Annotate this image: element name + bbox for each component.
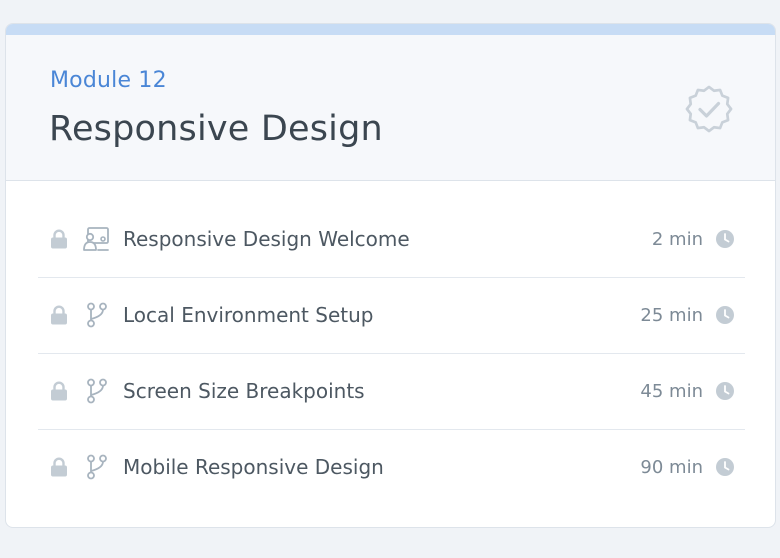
lesson-duration: 45 min bbox=[640, 381, 703, 402]
lesson-title: Local Environment Setup bbox=[123, 303, 374, 327]
lesson-title: Screen Size Breakpoints bbox=[123, 379, 365, 403]
lesson-title: Responsive Design Welcome bbox=[123, 227, 410, 251]
lesson-title: Mobile Responsive Design bbox=[123, 455, 384, 479]
module-label: Module 12 bbox=[50, 68, 167, 93]
lesson-duration: 90 min bbox=[640, 457, 703, 478]
git-branch-icon bbox=[87, 378, 107, 404]
module-accent-bar bbox=[6, 24, 775, 35]
lock-icon bbox=[51, 305, 67, 325]
lock-icon bbox=[51, 229, 67, 249]
check-badge-icon bbox=[685, 85, 733, 133]
clock-icon bbox=[716, 458, 734, 476]
clock-icon bbox=[716, 230, 734, 248]
clock-icon bbox=[716, 382, 734, 400]
lesson-row[interactable]: Local Environment Setup 25 min bbox=[38, 278, 745, 354]
presentation-icon bbox=[83, 227, 109, 251]
git-branch-icon bbox=[87, 302, 107, 328]
module-title: Responsive Design bbox=[49, 109, 383, 149]
lesson-duration: 25 min bbox=[640, 305, 703, 326]
lesson-row[interactable]: Screen Size Breakpoints 45 min bbox=[38, 354, 745, 430]
lock-icon bbox=[51, 381, 67, 401]
lesson-row[interactable]: Mobile Responsive Design 90 min bbox=[38, 430, 745, 506]
lesson-row[interactable]: Responsive Design Welcome 2 min bbox=[38, 202, 745, 278]
lesson-duration: 2 min bbox=[651, 229, 703, 250]
clock-icon bbox=[716, 306, 734, 324]
module-header: Module 12 Responsive Design bbox=[6, 35, 775, 181]
module-card: Module 12 Responsive Design Responsive D… bbox=[5, 23, 776, 528]
lesson-list: Responsive Design Welcome 2 min Local En… bbox=[38, 202, 745, 506]
git-branch-icon bbox=[87, 454, 107, 480]
lock-icon bbox=[51, 457, 67, 477]
